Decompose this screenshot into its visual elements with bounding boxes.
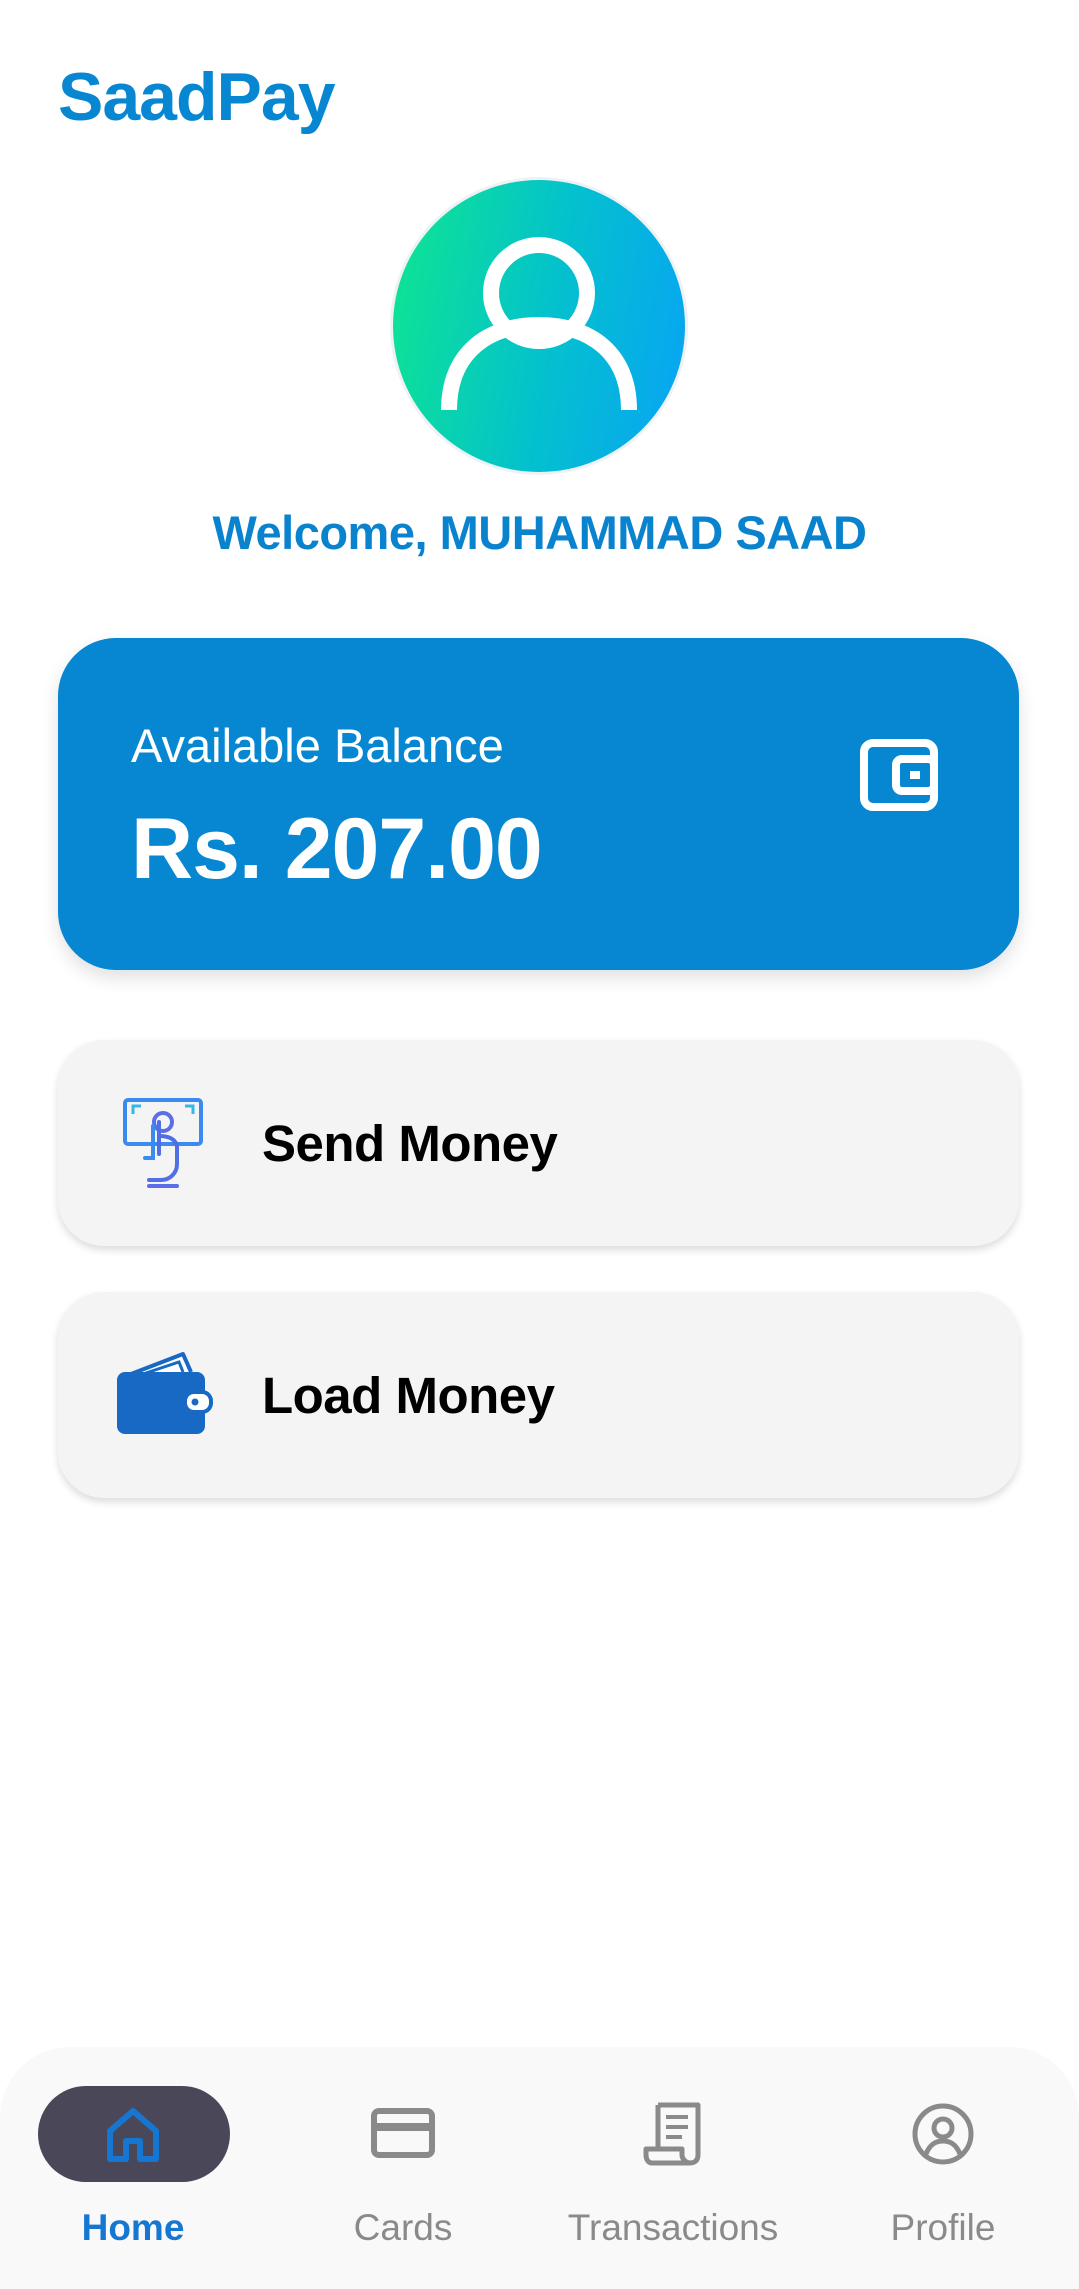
balance-card: Available Balance Rs. 207.00	[58, 638, 1019, 970]
nav-label-profile: Profile	[890, 2207, 996, 2248]
profile-icon	[912, 2103, 974, 2165]
balance-label: Available Balance	[131, 719, 504, 772]
nav-item-profile[interactable]: Profile	[808, 2047, 1078, 2289]
send-money-label: Send Money	[262, 1115, 558, 1172]
card-icon	[371, 2108, 435, 2158]
nav-item-transactions[interactable]: Transactions	[538, 2047, 808, 2289]
send-money-icon	[123, 1098, 203, 1188]
nav-label-cards: Cards	[353, 2207, 453, 2248]
nav-item-home[interactable]: Home	[0, 2047, 270, 2289]
home-screen: SaadPay Welcome, MUHAMMAD SAAD Available…	[0, 0, 1079, 2289]
avatar[interactable]	[393, 180, 685, 472]
load-money-wallet-icon	[117, 1352, 213, 1434]
nav-label-transactions: Transactions	[567, 2207, 779, 2248]
nav-item-cards[interactable]: Cards	[268, 2047, 538, 2289]
balance-amount: Rs. 207.00	[131, 801, 543, 897]
home-icon	[107, 2108, 159, 2162]
receipt-icon	[643, 2102, 701, 2166]
bottom-navigation: Home Cards Transactions Profile	[0, 2047, 1079, 2289]
nav-label-home: Home	[81, 2207, 185, 2248]
wallet-icon	[860, 739, 938, 811]
user-avatar-icon	[441, 237, 637, 411]
send-money-button[interactable]: Send Money	[58, 1040, 1019, 1246]
load-money-button[interactable]: Load Money	[58, 1292, 1019, 1498]
app-brand-title: SaadPay	[58, 59, 336, 135]
load-money-label: Load Money	[262, 1367, 555, 1424]
welcome-message: Welcome, MUHAMMAD SAAD	[212, 506, 868, 559]
